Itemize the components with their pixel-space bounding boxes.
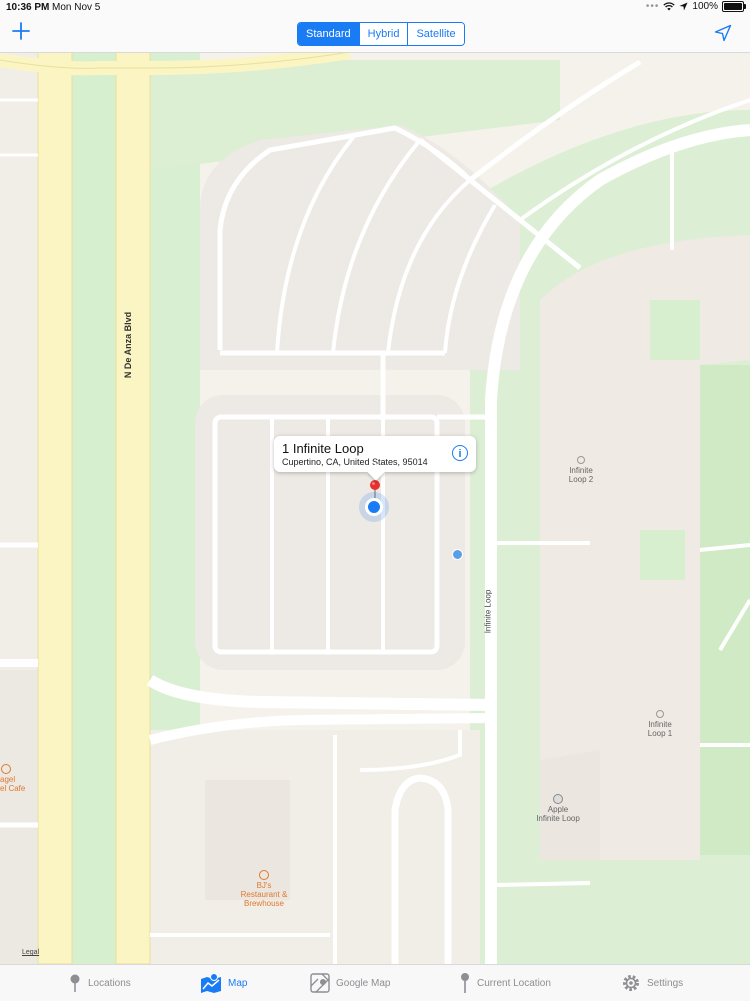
poi-bagel-cafe[interactable]: agel el Cafe xyxy=(0,764,30,793)
location-callout[interactable]: 1 Infinite Loop Cupertino, CA, United St… xyxy=(274,436,476,472)
segment-standard[interactable]: Standard xyxy=(298,23,359,45)
legal-link[interactable]: Legal xyxy=(22,948,39,957)
info-icon[interactable]: i xyxy=(452,445,468,461)
tab-label: Locations xyxy=(88,977,131,989)
cafe-icon xyxy=(1,764,11,774)
location-pin-icon xyxy=(461,973,469,993)
location-arrow-icon[interactable] xyxy=(714,24,732,42)
location-services-icon xyxy=(679,2,688,11)
transit-marker-icon[interactable] xyxy=(452,549,463,560)
status-time: 10:36 PM xyxy=(6,2,50,13)
map-icon xyxy=(201,973,221,993)
tab-label: Map xyxy=(228,977,248,989)
segment-hybrid[interactable]: Hybrid xyxy=(358,23,408,45)
battery-percent: 100% xyxy=(692,1,718,12)
wifi-icon xyxy=(663,2,676,11)
callout-subtitle: Cupertino, CA, United States, 95014 xyxy=(282,457,428,467)
tab-google-map[interactable]: Google Map xyxy=(310,971,390,995)
street-label-de-anza: N De Anza Blvd xyxy=(123,311,134,379)
segment-satellite[interactable]: Satellite xyxy=(407,23,464,45)
tab-locations[interactable]: Locations xyxy=(68,971,131,995)
poi-bjs-restaurant[interactable]: BJ's Restaurant & Brewhouse xyxy=(230,870,298,908)
status-indicators: ••• 100% xyxy=(645,1,746,12)
map-type-segmented-control[interactable]: Standard Hybrid Satellite xyxy=(297,22,465,46)
poi-apple-infinite-loop[interactable]: Apple Infinite Loop xyxy=(526,794,590,823)
tab-label: Current Location xyxy=(477,977,551,989)
tab-bar: Locations Map Google Map Current Locatio… xyxy=(0,964,750,1001)
tab-current-location[interactable]: Current Location xyxy=(459,971,551,995)
restaurant-icon xyxy=(259,870,269,880)
tab-label: Google Map xyxy=(336,977,391,989)
tab-map[interactable]: Map xyxy=(200,971,247,995)
user-location-dot-icon xyxy=(365,498,383,516)
google-map-icon xyxy=(310,973,330,993)
multitasking-dots-icon: ••• xyxy=(645,1,660,12)
tab-settings[interactable]: Settings xyxy=(621,971,683,995)
map-view[interactable]: N De Anza Blvd Infinite Loop Infinite Lo… xyxy=(0,52,750,964)
pin-icon xyxy=(70,974,80,992)
poi-infinite-loop-2[interactable]: Infinite Loop 2 xyxy=(558,456,604,484)
status-date: Mon Nov 5 xyxy=(52,2,101,13)
building-icon xyxy=(577,456,585,464)
street-label-infinite-loop: Infinite Loop xyxy=(483,589,493,634)
poi-infinite-loop-1[interactable]: Infinite Loop 1 xyxy=(637,710,683,738)
callout-title: 1 Infinite Loop xyxy=(282,441,364,456)
tab-label: Settings xyxy=(647,977,684,989)
gear-icon xyxy=(623,975,639,991)
navigation-bar: 10:36 PM Mon Nov 5 ••• 100% Standard Hyb… xyxy=(0,0,750,53)
apple-icon xyxy=(553,794,563,804)
plus-icon[interactable] xyxy=(10,20,32,42)
battery-icon xyxy=(722,1,746,12)
building-icon xyxy=(656,710,664,718)
